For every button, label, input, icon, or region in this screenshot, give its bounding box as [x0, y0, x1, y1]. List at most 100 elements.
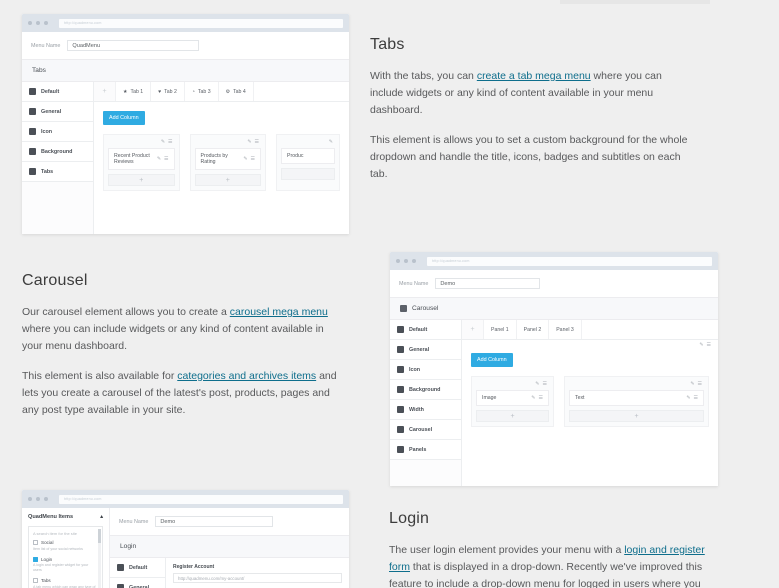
- edit-icon[interactable]: ✎: [699, 343, 703, 348]
- widget-card[interactable]: Image ✎ ☰: [476, 390, 549, 406]
- add-widget-zone[interactable]: [281, 168, 335, 180]
- edit-icon[interactable]: ✎: [686, 395, 690, 401]
- settings-sidebar: Default General Icon Background: [390, 320, 462, 486]
- sidebar-item-label: Default: [409, 326, 428, 333]
- list-item[interactable]: Login A login and register widget for yo…: [33, 556, 98, 574]
- column-2[interactable]: ✎ ☰ Products by Rating ✎ ☰ +: [189, 134, 266, 191]
- sidebar-item-label: Default: [129, 564, 148, 571]
- menu-name-label: Menu Name: [399, 280, 429, 287]
- checkbox-tabs[interactable]: [33, 578, 38, 583]
- window-dot-minimize: [36, 497, 40, 501]
- sidebar-item-carousel[interactable]: Carousel: [390, 420, 461, 440]
- add-column-button[interactable]: Add Column: [471, 353, 513, 367]
- address-bar-url: http://quadmenu.com: [432, 259, 470, 263]
- panel-header-tabs: Tabs: [22, 59, 349, 82]
- sidebar-item-default[interactable]: Default: [390, 320, 461, 340]
- sidebar-item-icon[interactable]: Icon: [390, 360, 461, 380]
- sidebar-filler: [390, 460, 461, 486]
- column-1[interactable]: ✎ ☰ Image ✎ ☰ +: [471, 376, 554, 427]
- address-bar[interactable]: http://quadmenu.com: [427, 256, 712, 266]
- add-panel-button[interactable]: +: [462, 320, 484, 339]
- edit-icon[interactable]: ✎: [161, 140, 165, 145]
- address-bar[interactable]: http://quadmenu.com: [59, 494, 343, 504]
- list-item[interactable]: Tabs A tab menu which can wrap any type …: [33, 578, 98, 588]
- delete-icon[interactable]: ☰: [164, 156, 168, 162]
- delete-icon[interactable]: ☰: [698, 382, 702, 387]
- panel-tab-1[interactable]: Panel 1: [484, 320, 517, 339]
- edit-icon[interactable]: ✎: [157, 156, 161, 162]
- delete-icon[interactable]: ☰: [707, 343, 711, 348]
- edit-icon[interactable]: ✎: [329, 140, 333, 145]
- checkbox-login[interactable]: [33, 556, 38, 562]
- panel-title: Carousel: [412, 305, 439, 312]
- add-widget-zone[interactable]: +: [108, 174, 175, 186]
- scrollbar-thumb[interactable]: [98, 529, 101, 543]
- menu-name-input[interactable]: Demo: [155, 516, 274, 527]
- delete-icon[interactable]: ☰: [168, 140, 172, 145]
- items-list-box: A search item for the site Social Item l…: [28, 526, 103, 588]
- address-bar[interactable]: http://quadmenu.com: [59, 18, 343, 28]
- column-3[interactable]: ✎ Produc: [276, 134, 340, 191]
- edit-icon[interactable]: ✎: [243, 156, 247, 162]
- widget-label: Recent Product Reviews: [114, 153, 150, 165]
- tab-2[interactable]: ♥ Tab 2: [151, 82, 185, 101]
- panel-tab-2[interactable]: Panel 2: [517, 320, 550, 339]
- sidebar-item-background[interactable]: Background: [22, 142, 93, 162]
- sidebar-item-default[interactable]: Default: [22, 82, 93, 102]
- sidebar-item-background[interactable]: Background: [390, 380, 461, 400]
- list-item[interactable]: Social Item list of your social networks: [33, 540, 98, 552]
- sidebar-item-icon[interactable]: Icon: [22, 122, 93, 142]
- add-tab-button[interactable]: +: [94, 82, 116, 101]
- sidebar-item-panels[interactable]: Panels: [390, 440, 461, 460]
- delete-icon[interactable]: ☰: [251, 156, 255, 162]
- sidebar-item-default[interactable]: Default: [110, 558, 165, 578]
- link-create-tab-mega-menu[interactable]: create a tab mega menu: [477, 70, 591, 82]
- add-widget-zone[interactable]: +: [568, 410, 704, 422]
- panel-strip: + Panel 1 Panel 2 Panel 3: [462, 320, 718, 340]
- column-2[interactable]: ✎ ☰ Text ✎ ☰ +: [563, 376, 709, 427]
- delete-icon[interactable]: ☰: [539, 395, 543, 401]
- sidebar-item-tabs[interactable]: Tabs: [22, 162, 93, 182]
- sidebar-item-width[interactable]: Width: [390, 400, 461, 420]
- panel-tab-3[interactable]: Panel 3: [549, 320, 582, 339]
- delete-icon[interactable]: ☰: [255, 140, 259, 145]
- add-widget-zone[interactable]: +: [194, 174, 261, 186]
- widget-card[interactable]: Products by Rating ✎ ☰: [194, 148, 261, 170]
- sidebar-item-general[interactable]: General: [110, 578, 165, 588]
- widget-card[interactable]: Recent Product Reviews ✎ ☰: [108, 148, 175, 170]
- panel-title: Tabs: [32, 67, 46, 74]
- register-account-input[interactable]: http://quadmenu.com/my-account/: [173, 573, 342, 583]
- column-1[interactable]: ✎ ☰ Recent Product Reviews ✎ ☰ +: [103, 134, 180, 191]
- checkbox-social[interactable]: [33, 540, 38, 545]
- edit-icon[interactable]: ✎: [535, 382, 539, 387]
- widget-card[interactable]: Text ✎ ☰: [568, 390, 704, 406]
- carousel-icon: [400, 305, 407, 312]
- tab-3[interactable]: ◔ Tab 3: [185, 82, 219, 101]
- menu-name-input[interactable]: QuadMenu: [67, 40, 200, 51]
- screenshot-carousel-editor: http://quadmenu.com Menu Name Demo Carou…: [390, 252, 718, 486]
- sidebar-item-label: General: [409, 346, 430, 353]
- link-carousel-mega-menu[interactable]: carousel mega menu: [230, 306, 328, 318]
- sidebar-item-general[interactable]: General: [22, 102, 93, 122]
- text-run: This element is also available for: [22, 370, 178, 382]
- add-widget-zone[interactable]: +: [476, 410, 549, 422]
- add-column-button[interactable]: Add Column: [103, 111, 145, 125]
- items-scrollbar[interactable]: [98, 529, 101, 588]
- sidebar-item-general[interactable]: General: [390, 340, 461, 360]
- link-categories-and-archives-items[interactable]: categories and archives items: [177, 370, 316, 382]
- delete-icon[interactable]: ☰: [543, 382, 547, 387]
- edit-icon[interactable]: ✎: [531, 395, 535, 401]
- widget-card[interactable]: Produc: [281, 148, 335, 164]
- tab-4[interactable]: ⚙ Tab 4: [219, 82, 254, 101]
- sidebar-item-label: Icon: [409, 366, 421, 373]
- menu-name-input[interactable]: Demo: [435, 278, 541, 289]
- window-dot-minimize: [404, 259, 408, 263]
- tab-1[interactable]: ★ Tab 1: [116, 82, 152, 101]
- edit-icon[interactable]: ✎: [690, 382, 694, 387]
- screenshot-tabs-editor: http://quadmenu.com Menu Name QuadMenu T…: [22, 14, 349, 234]
- delete-icon[interactable]: ☰: [694, 395, 698, 401]
- panel-main: Default General Icon Background: [390, 320, 718, 486]
- edit-icon[interactable]: ✎: [247, 140, 251, 145]
- chevron-up-icon[interactable]: ▴: [100, 514, 103, 520]
- star-icon: [397, 366, 404, 373]
